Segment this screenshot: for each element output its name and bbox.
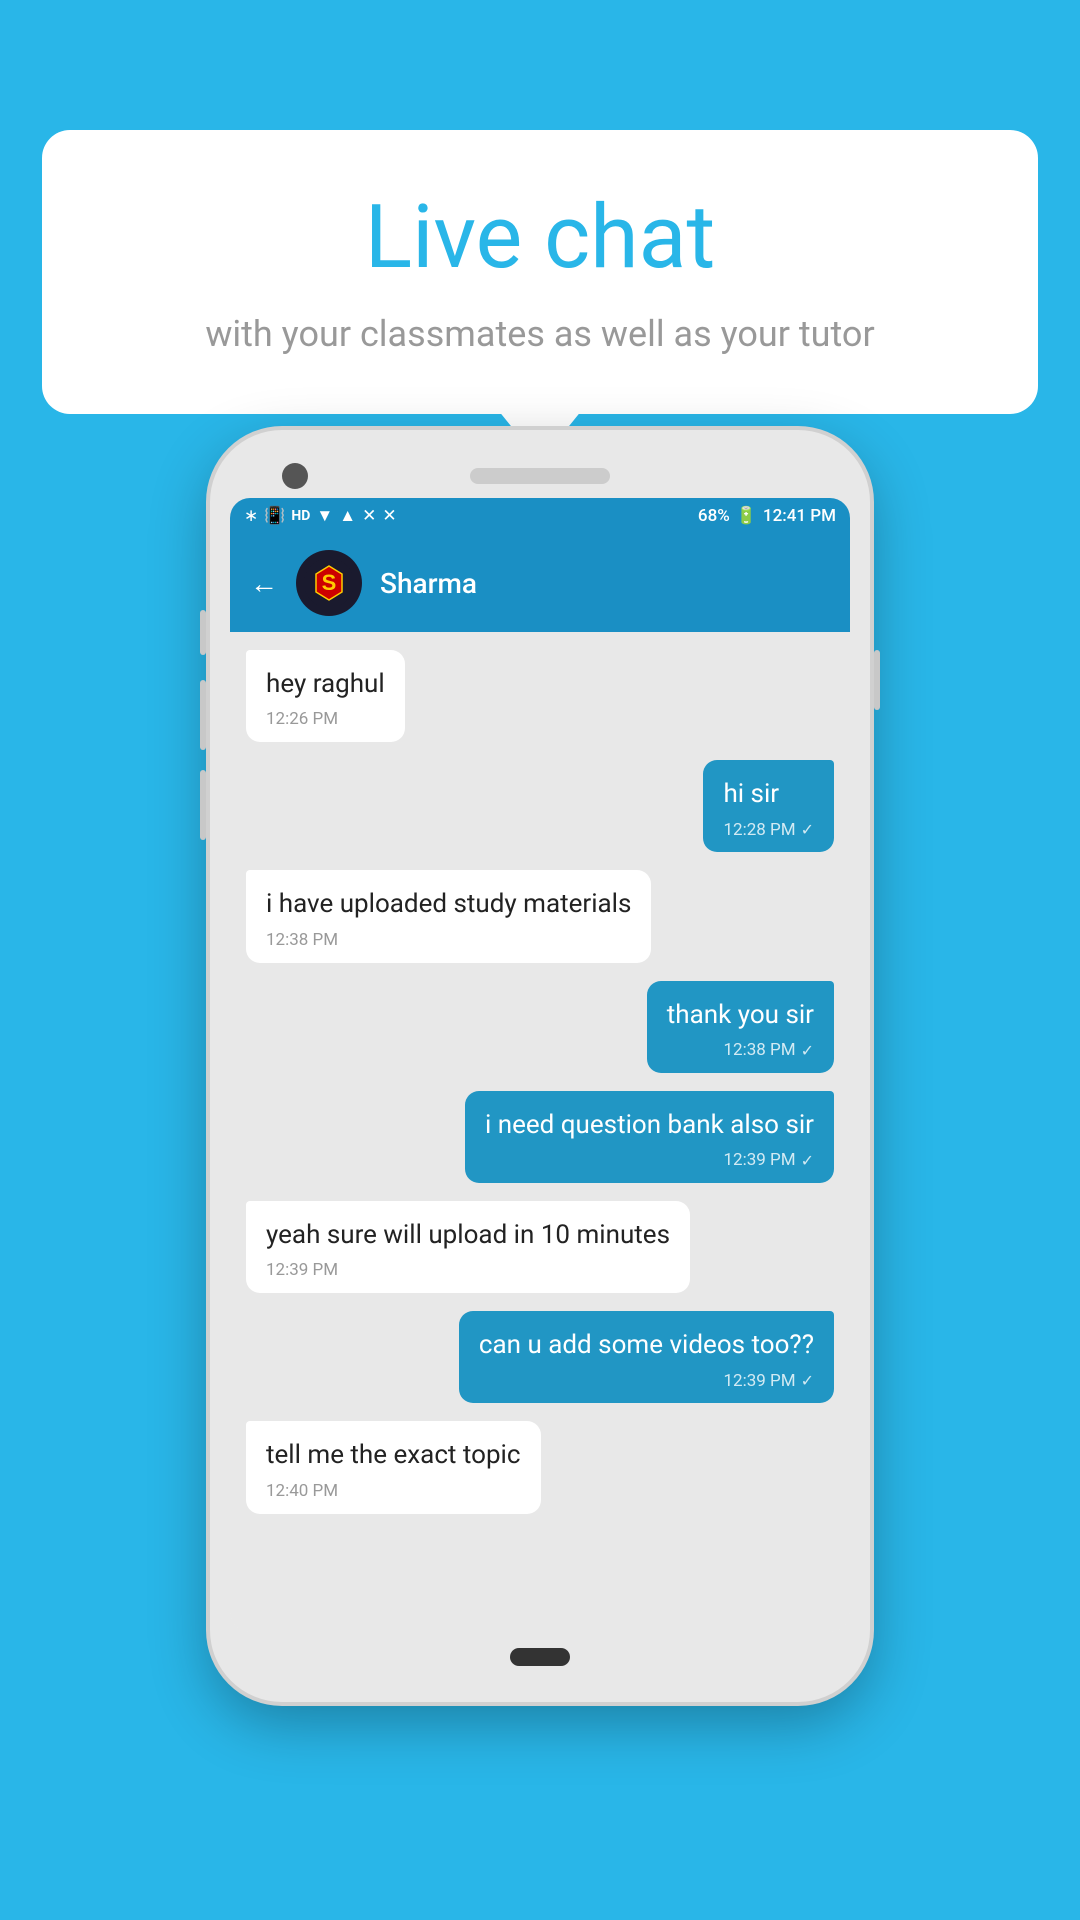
speaker-icon <box>470 468 610 484</box>
message-time: 12:28 PM✓ <box>723 819 814 843</box>
message-time: 12:39 PM✓ <box>485 1149 814 1173</box>
avatar: S <box>296 550 362 616</box>
message-text: thank you sir <box>667 997 814 1033</box>
read-receipt-icon: ✓ <box>801 1040 814 1062</box>
front-camera-icon <box>282 463 308 489</box>
battery-percent: 68% <box>698 506 730 526</box>
hd-icon: HD <box>291 508 310 524</box>
message-bubble: i need question bank also sir 12:39 PM✓ <box>465 1091 834 1183</box>
svg-text:S: S <box>322 570 337 595</box>
message-time: 12:39 PM <box>266 1259 670 1283</box>
clock: 12:41 PM <box>763 506 836 526</box>
message-row: i need question bank also sir 12:39 PM✓ <box>246 1091 834 1183</box>
message-row: i have uploaded study materials 12:38 PM <box>246 870 834 962</box>
volume-up-button <box>200 610 206 655</box>
message-text: i need question bank also sir <box>485 1107 814 1143</box>
message-text: tell me the exact topic <box>266 1437 521 1473</box>
message-row: yeah sure will upload in 10 minutes 12:39… <box>246 1201 834 1293</box>
message-text: hey raghul <box>266 666 385 702</box>
callout-card: Live chat with your classmates as well a… <box>42 130 1038 414</box>
home-button[interactable] <box>510 1648 570 1666</box>
callout-title: Live chat <box>112 190 968 287</box>
signal-icon: ▲ <box>339 506 356 526</box>
message-bubble: i have uploaded study materials 12:38 PM <box>246 870 651 962</box>
message-bubble: can u add some videos too?? 12:39 PM✓ <box>459 1311 834 1403</box>
phone-top-bar <box>230 450 850 498</box>
message-time: 12:39 PM✓ <box>479 1370 814 1394</box>
message-time: 12:38 PM <box>266 929 631 953</box>
volume-down-button <box>200 680 206 750</box>
bluetooth-icon: ∗ <box>244 506 258 526</box>
vibrate-icon: 📳 <box>264 506 285 526</box>
back-button[interactable]: ← <box>250 567 278 600</box>
read-receipt-icon: ✓ <box>801 819 814 841</box>
power-button <box>874 650 880 710</box>
network-x-icon: ✕ <box>362 506 376 526</box>
status-left-icons: ∗ 📳 HD ▼ ▲ ✕ ✕ <box>244 506 397 526</box>
message-row: can u add some videos too?? 12:39 PM✓ <box>246 1311 834 1403</box>
message-bubble: tell me the exact topic 12:40 PM <box>246 1421 541 1513</box>
wifi-icon: ▼ <box>316 506 333 526</box>
message-time: 12:38 PM✓ <box>667 1039 814 1063</box>
read-receipt-icon: ✓ <box>801 1370 814 1392</box>
chat-header: ← S Sharma <box>230 534 850 632</box>
message-row: hey raghul 12:26 PM <box>246 650 834 742</box>
phone-mockup: ∗ 📳 HD ▼ ▲ ✕ ✕ 68% 🔋 12:41 PM ← <box>210 430 870 1702</box>
chat-body: hey raghul 12:26 PM hi sir 12:28 PM✓ i have … <box>230 632 850 1632</box>
superman-logo-icon: S <box>304 558 354 608</box>
message-text: yeah sure will upload in 10 minutes <box>266 1217 670 1253</box>
callout-subtitle: with your classmates as well as your tut… <box>112 309 968 359</box>
message-bubble: hey raghul 12:26 PM <box>246 650 405 742</box>
silent-button <box>200 770 206 840</box>
message-time: 12:40 PM <box>266 1480 521 1504</box>
message-text: can u add some videos too?? <box>479 1327 814 1363</box>
network-x2-icon: ✕ <box>382 506 396 526</box>
contact-name: Sharma <box>380 567 477 600</box>
message-text: i have uploaded study materials <box>266 886 631 922</box>
battery-icon: 🔋 <box>736 506 757 526</box>
message-bubble: thank you sir 12:38 PM✓ <box>647 981 834 1073</box>
phone-screen: ∗ 📳 HD ▼ ▲ ✕ ✕ 68% 🔋 12:41 PM ← <box>230 498 850 1632</box>
message-text: hi sir <box>723 776 814 812</box>
read-receipt-icon: ✓ <box>801 1150 814 1172</box>
status-right-info: 68% 🔋 12:41 PM <box>698 506 836 526</box>
message-row: thank you sir 12:38 PM✓ <box>246 981 834 1073</box>
message-time: 12:26 PM <box>266 708 385 732</box>
message-row: hi sir 12:28 PM✓ <box>246 760 834 852</box>
message-bubble: yeah sure will upload in 10 minutes 12:39… <box>246 1201 690 1293</box>
message-bubble: hi sir 12:28 PM✓ <box>703 760 834 852</box>
phone-outer: ∗ 📳 HD ▼ ▲ ✕ ✕ 68% 🔋 12:41 PM ← <box>210 430 870 1702</box>
message-row: tell me the exact topic 12:40 PM <box>246 1421 834 1513</box>
status-bar: ∗ 📳 HD ▼ ▲ ✕ ✕ 68% 🔋 12:41 PM <box>230 498 850 534</box>
